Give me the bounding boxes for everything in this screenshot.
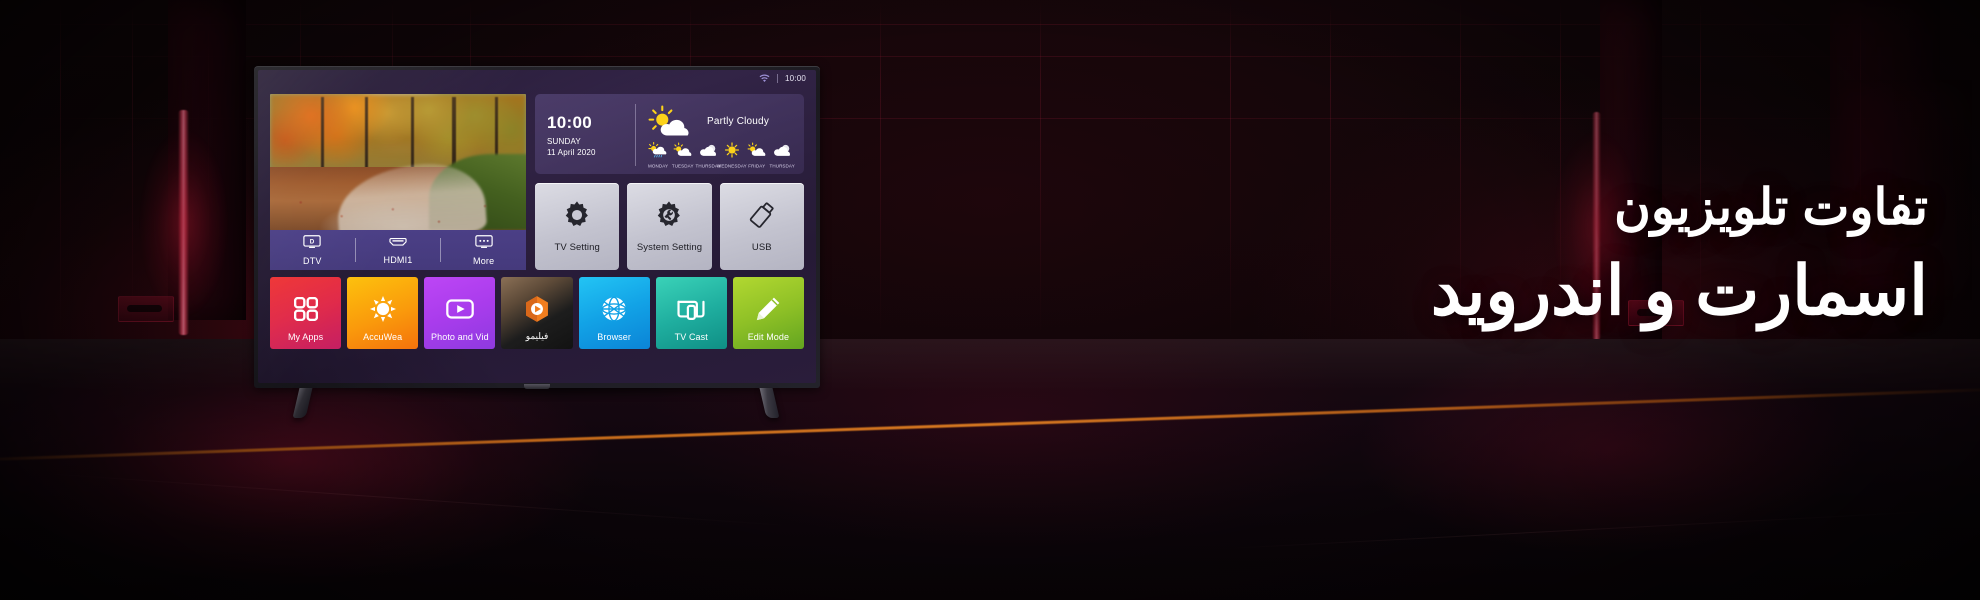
forecast-item[interactable]: FRIDAY <box>745 142 770 169</box>
forecast-item[interactable]: MONDAY <box>646 142 671 169</box>
weather-forecast-block: Partly Cloudy MONDAY TUESDAY THURSDAY WE… <box>646 101 794 169</box>
sun-behind-cloud-icon <box>646 105 696 139</box>
usb-drive-icon <box>746 200 778 235</box>
tile-usb[interactable]: USB <box>719 183 804 270</box>
tv-brand-logo <box>524 384 550 389</box>
headline-line-2: اسمارت و اندروید <box>1430 253 1930 329</box>
tv-foot-left <box>292 388 313 418</box>
tv-foot-right <box>759 388 780 418</box>
tv-screen: 10:00 D DTV HDMI1 More 10:00 SUNDAY 11 A… <box>258 70 816 383</box>
app-tile-my-apps[interactable]: My Apps <box>270 277 342 349</box>
cloudy-icon <box>698 142 718 163</box>
tile-tv-setting[interactable]: TV Setting <box>535 183 620 270</box>
promo-banner-scene: 10:00 D DTV HDMI1 More 10:00 SUNDAY 11 A… <box>0 0 1980 600</box>
app-label: TV Cast <box>674 332 708 342</box>
app-label: فیلیمو <box>525 331 549 341</box>
gear-icon <box>562 200 592 235</box>
weather-clock-block: 10:00 SUNDAY 11 April 2020 <box>547 101 633 169</box>
television-device: 10:00 D DTV HDMI1 More 10:00 SUNDAY 11 A… <box>236 66 836 418</box>
app-tile-edit-mode[interactable]: Edit Mode <box>732 277 804 349</box>
forecast-day: THURSDAY <box>768 163 795 169</box>
browser-icon <box>601 296 627 322</box>
app-label: Edit Mode <box>747 332 790 342</box>
more-icon <box>474 234 493 254</box>
weather-condition: Partly Cloudy <box>706 116 770 127</box>
wifi-icon <box>759 74 770 83</box>
tv-bezel: 10:00 D DTV HDMI1 More 10:00 SUNDAY 11 A… <box>254 66 820 388</box>
gear-wrench-icon <box>654 200 684 235</box>
floor-crate-left <box>118 296 174 322</box>
weather-divider <box>635 104 636 166</box>
headline-line-1: تفاوت تلویزیون <box>1614 179 1929 235</box>
sun-icon <box>369 295 396 322</box>
source-item-dtv[interactable]: D DTV <box>270 234 355 266</box>
weather-day: SUNDAY <box>547 136 581 146</box>
sun-cloud-rain-icon <box>648 142 668 163</box>
status-time: 10:00 <box>784 74 806 83</box>
hdmi-icon <box>389 235 407 253</box>
app-label: AccuWea <box>363 332 403 342</box>
settings-tiles-row: TV Setting System Setting USB <box>535 183 804 270</box>
sun-behind-cloud-icon <box>747 142 767 163</box>
dtv-icon: D <box>303 234 322 254</box>
filimo-icon <box>524 295 550 323</box>
preview-column: D DTV HDMI1 More <box>270 94 526 270</box>
pencil-icon <box>755 296 781 322</box>
tile-label: USB <box>751 242 772 253</box>
forecast-day: TUESDAY <box>672 163 694 169</box>
app-label: My Apps <box>287 332 324 342</box>
grid-apps-icon <box>293 296 318 321</box>
live-preview-thumbnail[interactable] <box>270 94 526 230</box>
app-label: Browser <box>597 332 631 342</box>
tv-home-top-section: D DTV HDMI1 More 10:00 SUNDAY 11 April 2… <box>270 94 804 270</box>
tv-cast-icon <box>677 298 705 320</box>
app-tile-photo-and-video[interactable]: Photo and Vid <box>424 277 496 349</box>
floor-crack <box>40 472 792 527</box>
app-tile-browser[interactable]: Browser <box>578 277 650 349</box>
forecast-item[interactable]: TUESDAY <box>671 142 696 169</box>
weather-time: 10:00 <box>547 112 592 132</box>
floor-crack <box>1228 510 1950 549</box>
source-item-more[interactable]: More <box>441 234 526 266</box>
weather-widget[interactable]: 10:00 SUNDAY 11 April 2020 Partly Cloudy… <box>535 94 804 174</box>
video-play-icon <box>446 298 474 319</box>
source-label: DTV <box>303 255 322 266</box>
forecast-day: WEDNESDAY <box>717 163 748 169</box>
source-label: More <box>473 255 495 266</box>
sun-behind-cloud-icon <box>673 142 693 163</box>
forecast-item[interactable]: WEDNESDAY <box>717 142 748 169</box>
tv-home-ui: D DTV HDMI1 More 10:00 SUNDAY 11 April 2… <box>270 94 804 367</box>
source-item-hdmi1[interactable]: HDMI1 <box>356 235 441 265</box>
weather-forecast-row: MONDAY TUESDAY THURSDAY WEDNESDAY FRIDAY… <box>646 142 794 169</box>
input-source-bar: D DTV HDMI1 More <box>270 230 526 270</box>
forecast-item[interactable]: THURSDAY <box>768 142 795 169</box>
status-divider <box>776 74 778 83</box>
app-tile-tv-cast[interactable]: TV Cast <box>655 277 727 349</box>
tv-status-bar: 10:00 <box>759 74 806 83</box>
promo-headline: تفاوت تلویزیون اسمارت و اندروید <box>1248 178 1930 331</box>
forecast-day: MONDAY <box>648 163 669 169</box>
weather-current: Partly Cloudy <box>646 101 794 142</box>
forecast-day: FRIDAY <box>748 163 766 169</box>
cloudy-icon <box>772 142 792 163</box>
svg-text:D: D <box>310 238 315 245</box>
app-tile-filimo[interactable]: فیلیمو <box>501 277 573 349</box>
sunny-icon <box>722 142 742 163</box>
tile-system-setting[interactable]: System Setting <box>627 183 712 270</box>
source-label: HDMI1 <box>383 255 413 265</box>
app-tile-accuweather[interactable]: AccuWea <box>347 277 419 349</box>
app-label: Photo and Vid <box>431 332 489 342</box>
right-column: 10:00 SUNDAY 11 April 2020 Partly Cloudy… <box>535 94 804 270</box>
tv-stand-feet <box>254 388 820 424</box>
weather-date: 11 April 2020 <box>547 147 596 157</box>
tile-label: TV Setting <box>554 242 600 253</box>
app-shortcuts-row: My Apps AccuWea Photo and Vid فیلیمو Bro… <box>270 277 804 349</box>
tile-label: System Setting <box>636 242 703 253</box>
neon-light-left <box>178 110 189 335</box>
